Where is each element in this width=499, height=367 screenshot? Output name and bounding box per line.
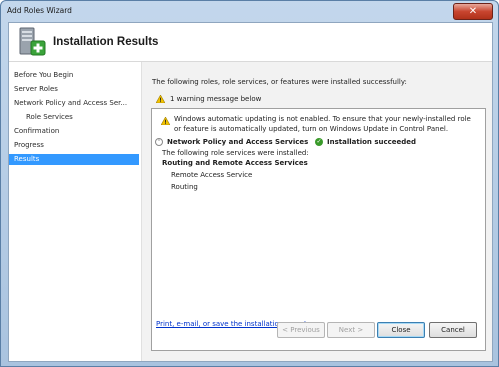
nav-item-results[interactable]: Results [9,154,139,165]
warning-summary: 1 warning message below [156,95,261,103]
installed-intro: The following role services were install… [162,149,309,157]
nav-item-role-services[interactable]: Role Services [9,112,139,123]
wizard-client-area: Installation Results Before You Begin Se… [8,22,493,362]
intro-text: The following roles, role services, or f… [152,78,407,86]
warning-icon [161,117,170,125]
nav-item-before-you-begin[interactable]: Before You Begin [9,70,139,81]
status-text: Installation succeeded [327,138,417,146]
server-add-icon [19,27,46,56]
nav-item-server-roles[interactable]: Server Roles [9,84,139,95]
success-check-icon: ✓ [315,138,323,146]
wizard-window: Add Roles Wizard ✕ Installation Results … [0,0,499,367]
collapse-icon[interactable]: ⌃ [155,138,163,146]
title-bar[interactable]: Add Roles Wizard ✕ [1,1,498,21]
page-title: Installation Results [53,36,159,48]
results-list[interactable]: Windows automatic updating is not enable… [151,108,486,351]
close-button[interactable]: Close [377,322,425,338]
previous-button[interactable]: < Previous [277,322,325,338]
results-panel: The following roles, role services, or f… [142,62,492,361]
nav-item-network-policy[interactable]: Network Policy and Access Ser... [9,98,139,109]
window-close-button[interactable]: ✕ [453,3,493,20]
warning-message-text: Windows automatic updating is not enable… [174,115,471,133]
role-header: ⌃ Network Policy and Access Services [155,138,308,146]
wizard-nav: Before You Begin Server Roles Network Po… [9,62,142,361]
status-badge: ✓ Installation succeeded [315,138,416,146]
wizard-header: Installation Results [9,23,492,62]
warning-icon [156,95,165,103]
cancel-button[interactable]: Cancel [429,322,477,338]
service-item: Remote Access Service [171,171,253,179]
warning-summary-text: 1 warning message below [170,95,262,103]
service-group: Routing and Remote Access Services [162,159,308,167]
next-button[interactable]: Next > [327,322,375,338]
service-item: Routing [171,183,198,191]
nav-item-confirmation[interactable]: Confirmation [9,126,139,137]
window-title: Add Roles Wizard [7,6,72,15]
nav-item-progress[interactable]: Progress [9,140,139,151]
role-name: Network Policy and Access Services [167,138,309,146]
